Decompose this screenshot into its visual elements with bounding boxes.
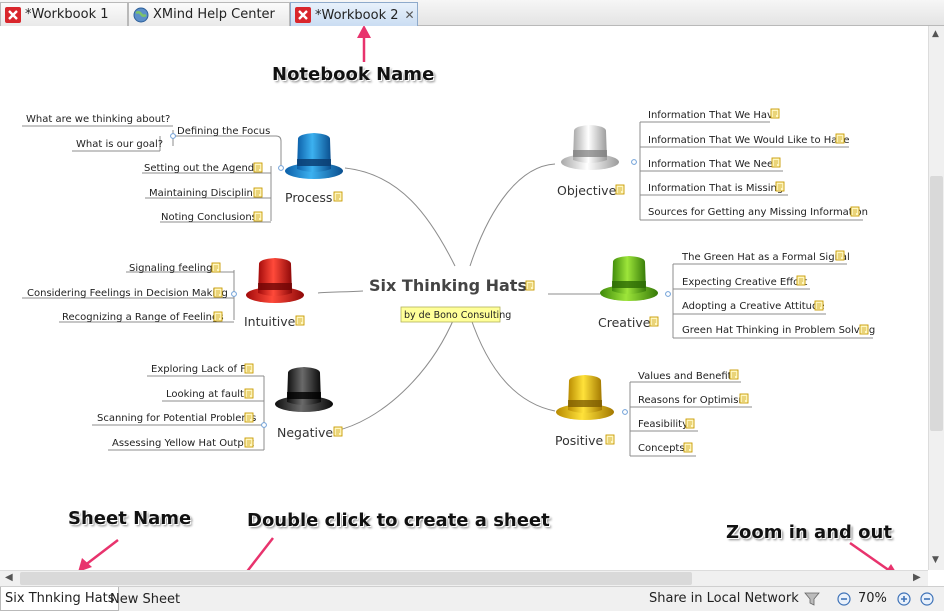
topic-info-like[interactable]: Information That We Would Like to Have [648, 135, 849, 146]
topic-expecting-effort[interactable]: Expecting Creative Effort [682, 277, 807, 288]
zoom-in-icon[interactable] [897, 592, 911, 606]
horizontal-scrollbar[interactable]: ◀ ▶ [0, 570, 928, 586]
branch-positive[interactable]: Positive [555, 433, 603, 448]
branch-objective[interactable]: Objective [557, 183, 617, 198]
topic-scanning-problems[interactable]: Scanning for Potential Problems [97, 413, 256, 424]
xmind-window: *Workbook 1 XMind Help Center *Workbook … [0, 0, 944, 611]
editor-tab-bar: *Workbook 1 XMind Help Center *Workbook … [0, 0, 944, 27]
tab-workbook-1[interactable]: *Workbook 1 [0, 2, 128, 26]
tab-label: *Workbook 2 [315, 7, 399, 23]
tab-help-center[interactable]: XMind Help Center [128, 2, 290, 26]
topic-concepts[interactable]: Concepts [638, 443, 685, 454]
topic-looking-faults[interactable]: Looking at faults [166, 389, 249, 400]
topic-green-formal[interactable]: The Green Hat as a Formal Signal [681, 252, 850, 263]
main-branches [317, 163, 600, 432]
central-topic[interactable]: Six Thinking Hats [369, 276, 527, 295]
central-label: by de Bono Consulting [404, 310, 511, 321]
topic-defining-focus[interactable]: Defining the Focus [177, 126, 270, 137]
topic-what-goal[interactable]: What is our goal? [76, 139, 163, 150]
zoom-out-icon[interactable] [837, 592, 851, 606]
scroll-right-icon[interactable]: ▶ [913, 572, 921, 583]
hat-white [561, 125, 619, 170]
horizontal-scroll-thumb[interactable] [20, 572, 692, 585]
zoom-out-icon[interactable] [920, 592, 934, 606]
share-local-network-button[interactable]: Share in Local Network [649, 591, 799, 606]
hat-blue [285, 133, 343, 179]
filter-icon[interactable] [804, 591, 820, 607]
tab-label: *Workbook 1 [25, 7, 109, 22]
topic-feasibility[interactable]: Feasibility [638, 419, 688, 430]
annotation-double-click: Double click to create a sheet [247, 510, 550, 531]
topic-info-missing[interactable]: Information That is Missing [648, 183, 783, 194]
xmind-icon [295, 7, 311, 23]
topic-values-benefits[interactable]: Values and Benefits [638, 371, 737, 382]
topic-reasons-optimism[interactable]: Reasons for Optimism [638, 395, 748, 406]
globe-icon [133, 7, 149, 22]
topic-signaling-feelings[interactable]: Signaling feelings [129, 263, 218, 274]
sheet-tab-new-sheet[interactable]: New Sheet [106, 587, 184, 611]
topic-info-have[interactable]: Information That We Have [648, 110, 779, 121]
tab-workbook-2[interactable]: *Workbook 2 ✕ [290, 2, 418, 27]
mind-map-canvas[interactable]: Six Thinking Hats by de Bono Consulting … [0, 26, 928, 570]
sheet-tab-six-thinking-hats[interactable]: Six Thnking Hats [0, 587, 120, 611]
topic-green-problem[interactable]: Green Hat Thinking in Problem Solving [682, 325, 875, 336]
hat-green [600, 256, 658, 301]
topic-info-need[interactable]: Information That We Need [648, 159, 780, 170]
branch-negative[interactable]: Negative [277, 425, 333, 440]
topic-recognizing-feelings[interactable]: Recognizing a Range of Feelings [62, 312, 224, 323]
scroll-left-icon[interactable]: ◀ [5, 572, 13, 583]
topic-creative-attitude[interactable]: Adopting a Creative Attitude [682, 301, 825, 312]
annotation-notebook-name: Notebook Name [272, 64, 435, 85]
status-bar: Six Thnking Hats New Sheet Share in Loca… [0, 586, 944, 611]
topic-maintaining-discipline[interactable]: Maintaining Discipline [149, 188, 259, 199]
annotation-zoom: Zoom in and out [726, 522, 892, 543]
scroll-up-icon[interactable]: ▲ [932, 29, 939, 39]
annotation-sheet-name: Sheet Name [68, 508, 192, 529]
hat-yellow [556, 375, 614, 420]
zoom-level: 70% [858, 591, 887, 606]
vertical-scroll-thumb[interactable] [930, 176, 943, 431]
branch-creative[interactable]: Creative [598, 315, 651, 330]
mind-map: Six Thinking Hats by de Bono Consulting … [22, 26, 895, 570]
vertical-scrollbar[interactable]: ▲ ▼ [928, 26, 944, 570]
branch-process[interactable]: Process [285, 190, 332, 205]
topic-what-thinking[interactable]: What are we thinking about? [26, 114, 170, 125]
branch-intuitive[interactable]: Intuitive [244, 314, 296, 329]
close-tab-icon[interactable]: ✕ [405, 8, 415, 22]
topic-noting-conclusions[interactable]: Noting Conclusions [161, 212, 257, 223]
scroll-down-icon[interactable]: ▼ [932, 555, 939, 565]
tab-label: XMind Help Center [153, 7, 275, 22]
topic-assessing-yellow[interactable]: Assessing Yellow Hat Output [112, 438, 254, 449]
xmind-icon [5, 6, 21, 23]
topic-exploring-lack[interactable]: Exploring Lack of Fit [151, 364, 252, 375]
hat-red [246, 258, 304, 303]
topic-sources-missing[interactable]: Sources for Getting any Missing Informat… [648, 207, 868, 218]
hat-black [275, 367, 333, 412]
topic-setting-agenda[interactable]: Setting out the Agenda [144, 163, 260, 174]
topic-considering-feelings[interactable]: Considering Feelings in Decision Making [27, 288, 228, 299]
